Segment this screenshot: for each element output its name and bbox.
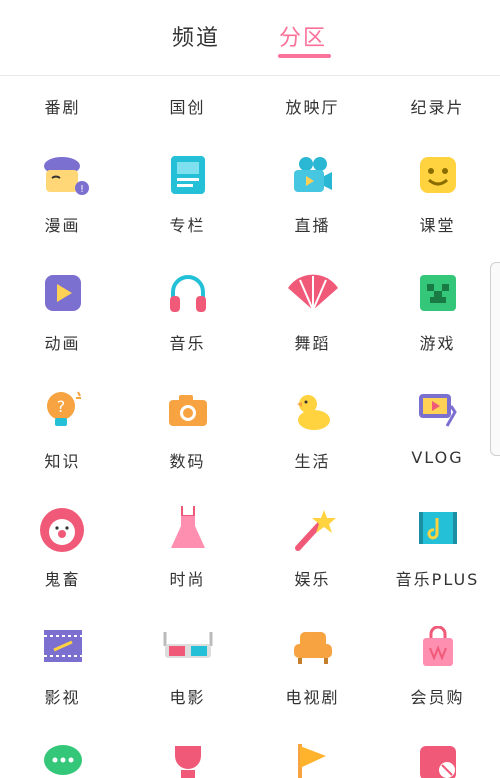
zone-item-movie[interactable]: 电影 bbox=[125, 612, 250, 722]
sofa-icon bbox=[292, 626, 334, 668]
lightbulb-icon: ? bbox=[42, 388, 84, 430]
tab-active-indicator bbox=[278, 54, 331, 58]
fan-icon bbox=[286, 272, 340, 314]
zone-item-flag[interactable] bbox=[250, 736, 375, 778]
zone-item-column[interactable]: 专栏 bbox=[125, 140, 250, 250]
zone-item-vlog[interactable]: VLOG bbox=[375, 376, 500, 486]
zone-item-music[interactable]: 音乐 bbox=[125, 258, 250, 368]
zone-item-dance[interactable]: 舞蹈 bbox=[250, 258, 375, 368]
zone-item-fashion[interactable]: 时尚 bbox=[125, 494, 250, 604]
clown-icon bbox=[38, 506, 86, 554]
zone-item-live[interactable]: 直播 bbox=[250, 140, 375, 250]
zone-item-digital[interactable]: 数码 bbox=[125, 376, 250, 486]
zone-item-ticket[interactable] bbox=[375, 736, 500, 778]
ticket-icon bbox=[417, 742, 459, 778]
3d-glasses-icon bbox=[161, 626, 215, 668]
zone-item-trophy[interactable] bbox=[125, 736, 250, 778]
svg-text:?: ? bbox=[57, 397, 66, 416]
zone-item-game[interactable]: 游戏 bbox=[375, 258, 500, 368]
dress-icon bbox=[167, 504, 209, 552]
magic-wand-icon bbox=[292, 506, 336, 552]
zone-grid: 番剧 国创 放映厅 纪录片 ! 漫画 专栏 直播 课堂 动画 音乐 舞蹈 游戏 … bbox=[0, 0, 500, 778]
top-tab-bar: 频道 分区 bbox=[0, 0, 500, 76]
svg-text:!: ! bbox=[80, 184, 84, 195]
zone-item-music-plus[interactable]: 音乐PLUS bbox=[375, 494, 500, 604]
zone-item-tv-series[interactable]: 电视剧 bbox=[250, 612, 375, 722]
duck-icon bbox=[292, 390, 334, 432]
trophy-icon bbox=[167, 742, 209, 778]
headphones-icon bbox=[167, 272, 209, 314]
scrollbar[interactable] bbox=[490, 262, 500, 456]
zone-item-life[interactable]: 生活 bbox=[250, 376, 375, 486]
music-plus-icon bbox=[417, 508, 459, 550]
zone-item-film-tv[interactable]: 影视 bbox=[0, 612, 125, 722]
anime-icon bbox=[42, 272, 84, 314]
film-icon bbox=[42, 626, 84, 668]
tab-zone[interactable]: 分区 bbox=[279, 20, 327, 52]
zone-item-comic[interactable]: ! 漫画 bbox=[0, 140, 125, 250]
zone-item-entertainment[interactable]: 娱乐 bbox=[250, 494, 375, 604]
flag-icon bbox=[292, 742, 334, 778]
vlog-icon bbox=[417, 390, 459, 432]
zone-item-chat[interactable] bbox=[0, 736, 125, 778]
zone-item-classroom[interactable]: 课堂 bbox=[375, 140, 500, 250]
zone-item-kichiku[interactable]: 鬼畜 bbox=[0, 494, 125, 604]
game-icon bbox=[417, 272, 459, 314]
camera-icon bbox=[167, 390, 209, 432]
zone-item-knowledge[interactable]: ? 知识 bbox=[0, 376, 125, 486]
comic-icon: ! bbox=[42, 154, 89, 202]
zone-item-anime[interactable]: 动画 bbox=[0, 258, 125, 368]
tab-channel[interactable]: 频道 bbox=[172, 20, 220, 52]
shopping-bag-icon bbox=[417, 625, 459, 668]
classroom-icon bbox=[417, 154, 459, 196]
chat-bubble-icon bbox=[42, 742, 84, 778]
column-icon bbox=[167, 154, 209, 196]
zone-item-shop[interactable]: 会员购 bbox=[375, 612, 500, 722]
live-camera-icon bbox=[292, 154, 334, 196]
